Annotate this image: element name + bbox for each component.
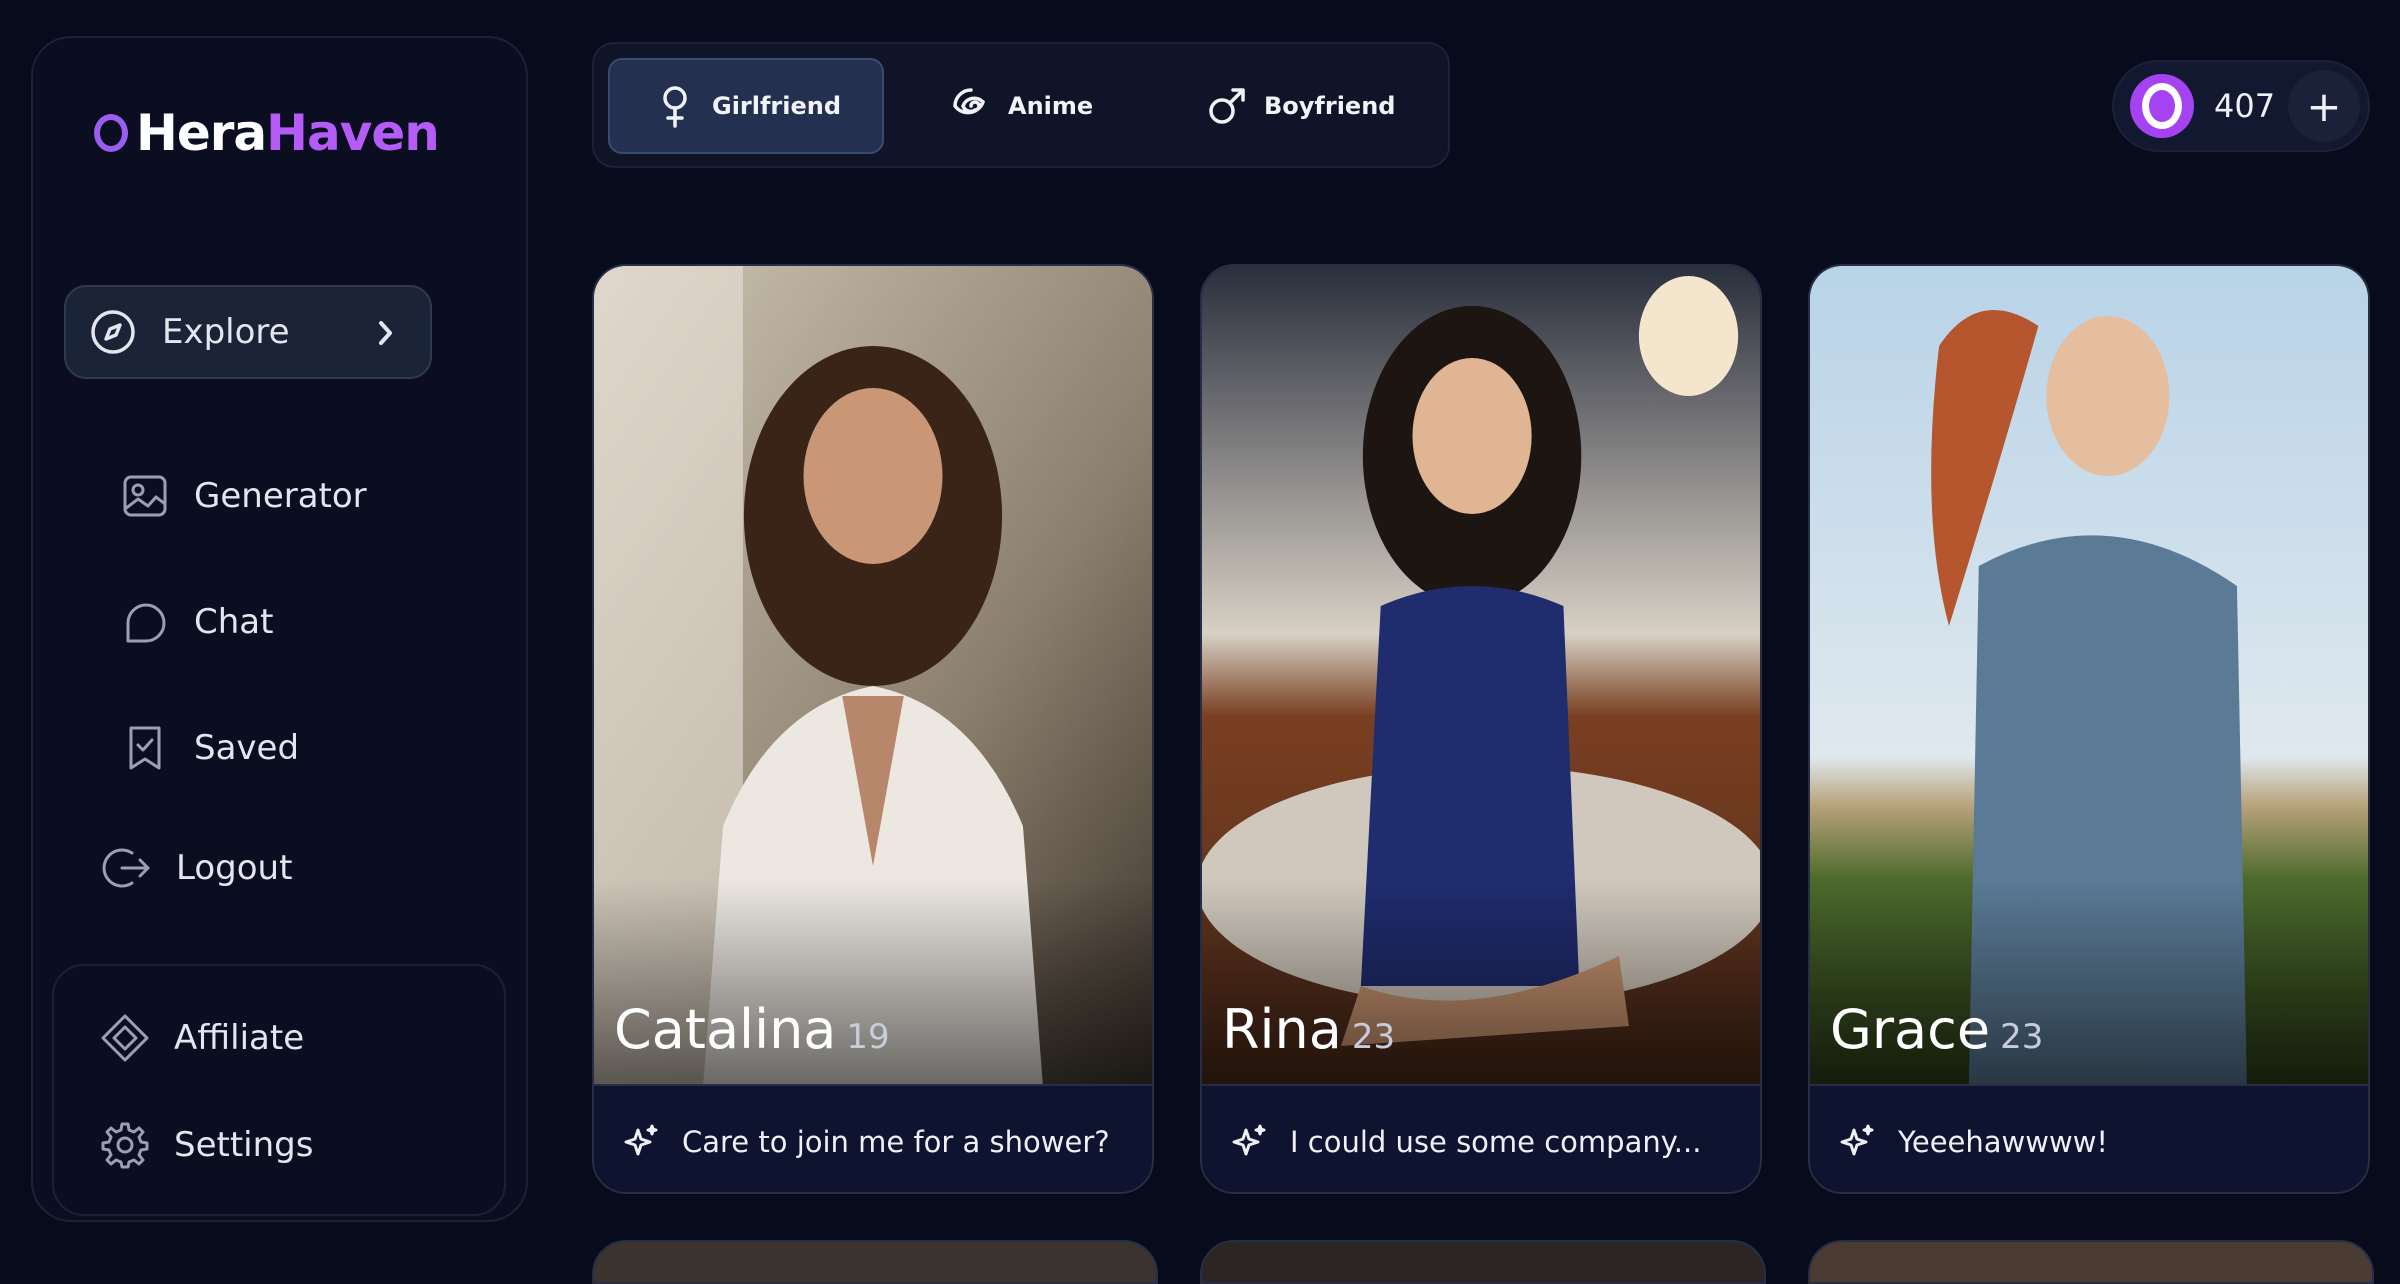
character-message: I could use some company... [1202,1084,1760,1192]
message-text: I could use some company... [1290,1125,1702,1159]
coin-icon [2130,74,2194,138]
secondary-nav-panel [52,964,506,1216]
nav-item-label: Chat [194,602,274,642]
nav-item-explore[interactable]: Explore [64,285,432,379]
credits-widget: 407 + [2112,60,2370,152]
message-text: Yeeehawwww! [1898,1125,2109,1159]
nav-item-label: Saved [194,728,300,768]
tab-boyfriend[interactable]: Boyfriend [1204,58,1395,154]
character-name-line: Rina 23 [1222,998,1395,1061]
character-name-line: Grace 23 [1830,998,2043,1061]
add-credits-button[interactable]: + [2288,70,2360,142]
nav-item-label: Affiliate [174,1018,305,1058]
character-age: 23 [1351,1017,1396,1057]
nav-item-label: Generator [194,476,367,516]
nav-item-label: Settings [174,1125,314,1165]
character-photo [594,266,1152,1084]
chat-bubble-icon [120,597,170,647]
female-symbol-icon [652,83,698,129]
character-photo [1810,266,2368,1084]
compass-icon [88,307,138,357]
character-message: Yeeehawwww! [1810,1084,2368,1192]
character-card-partial[interactable] [592,1240,1158,1284]
character-name: Grace [1830,998,1991,1061]
tab-girlfriend[interactable]: Girlfriend [608,58,884,154]
logout-icon [102,843,152,893]
character-name-line: Catalina 19 [614,998,890,1061]
message-text: Care to join me for a shower? [682,1125,1110,1159]
bookmark-check-icon [120,723,170,773]
spiral-icon [948,83,994,129]
nav-item-settings[interactable]: Settings [100,1120,313,1170]
tab-label: Anime [1008,92,1094,120]
male-symbol-icon [1204,83,1250,129]
category-tabs: Girlfriend Anime Boyfriend [592,42,1450,168]
nav-item-saved[interactable]: Saved [120,723,299,773]
brand-logo[interactable]: Hera Haven [94,98,440,168]
tab-anime[interactable]: Anime [948,58,1093,154]
character-photo [1202,266,1760,1084]
character-card-partial[interactable] [1200,1240,1766,1284]
chevron-right-icon [370,313,400,362]
brand-name-part1: Hera [136,104,267,162]
brand-name-part2: Haven [266,104,440,162]
tab-label: Boyfriend [1264,92,1396,120]
character-card[interactable]: Catalina 19 Care to join me for a shower… [592,264,1154,1194]
character-card[interactable]: Rina 23 I could use some company... [1200,264,1762,1194]
nav-item-logout[interactable]: Logout [102,843,292,893]
credit-count: 407 [2214,87,2276,125]
nav-item-affiliate[interactable]: Affiliate [100,1013,304,1063]
character-card-partial[interactable] [1808,1240,2374,1284]
character-age: 23 [2000,1017,2044,1057]
tab-label: Girlfriend [712,92,842,120]
nav-item-chat[interactable]: Chat [120,597,273,647]
character-card[interactable]: Grace 23 Yeeehawwww! [1808,264,2370,1194]
character-message: Care to join me for a shower? [594,1084,1152,1192]
affiliate-icon [100,1013,150,1063]
character-name: Catalina [614,998,837,1061]
nav-item-generator[interactable]: Generator [120,471,367,521]
sparkle-icon [1840,1124,1874,1156]
character-age: 19 [846,1017,890,1057]
image-gallery-icon [120,471,170,521]
character-name: Rina [1222,998,1342,1061]
nav-item-label: Logout [176,848,293,888]
nav-item-label: Explore [162,312,290,352]
sparkle-icon [624,1124,658,1156]
gear-icon [100,1120,150,1170]
logo-icon [94,114,128,152]
sparkle-icon [1232,1124,1266,1156]
